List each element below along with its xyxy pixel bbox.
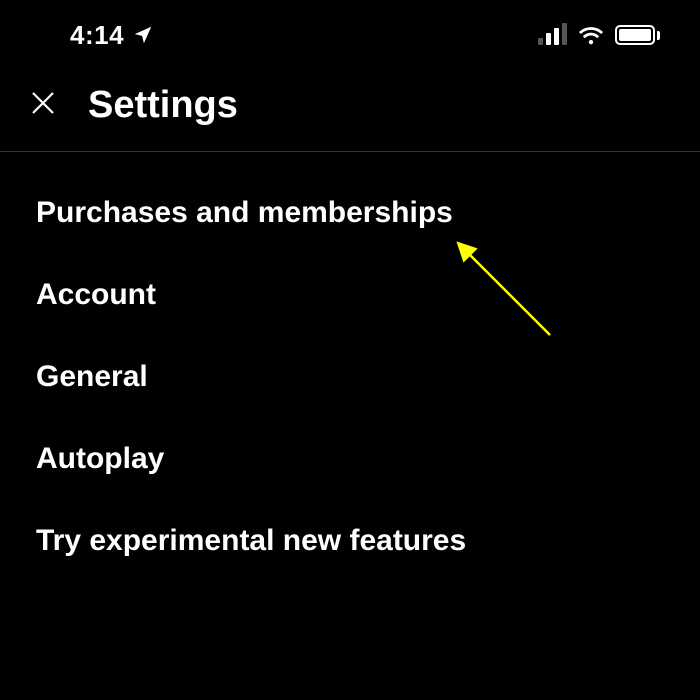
settings-item-label: Purchases and memberships [36, 196, 453, 229]
settings-item-experimental[interactable]: Try experimental new features [0, 500, 700, 582]
wifi-icon [577, 24, 605, 46]
close-button[interactable] [28, 88, 58, 123]
settings-item-general[interactable]: General [0, 336, 700, 418]
location-arrow-icon [132, 24, 154, 46]
settings-header: Settings [0, 60, 700, 152]
status-right [538, 24, 660, 46]
settings-item-label: Account [36, 278, 156, 311]
page-title: Settings [88, 84, 238, 127]
battery-icon [615, 25, 660, 45]
settings-item-label: General [36, 360, 148, 393]
close-icon [28, 88, 58, 123]
settings-item-account[interactable]: Account [0, 254, 700, 336]
settings-item-purchases[interactable]: Purchases and memberships [0, 172, 700, 254]
settings-list: Purchases and memberships Account Genera… [0, 152, 700, 602]
status-time: 4:14 [70, 20, 124, 51]
cellular-signal-icon [538, 25, 567, 45]
settings-item-label: Try experimental new features [36, 524, 466, 557]
settings-item-autoplay[interactable]: Autoplay [0, 418, 700, 500]
status-bar: 4:14 [0, 0, 700, 60]
settings-item-label: Autoplay [36, 442, 164, 475]
status-left: 4:14 [70, 20, 154, 51]
